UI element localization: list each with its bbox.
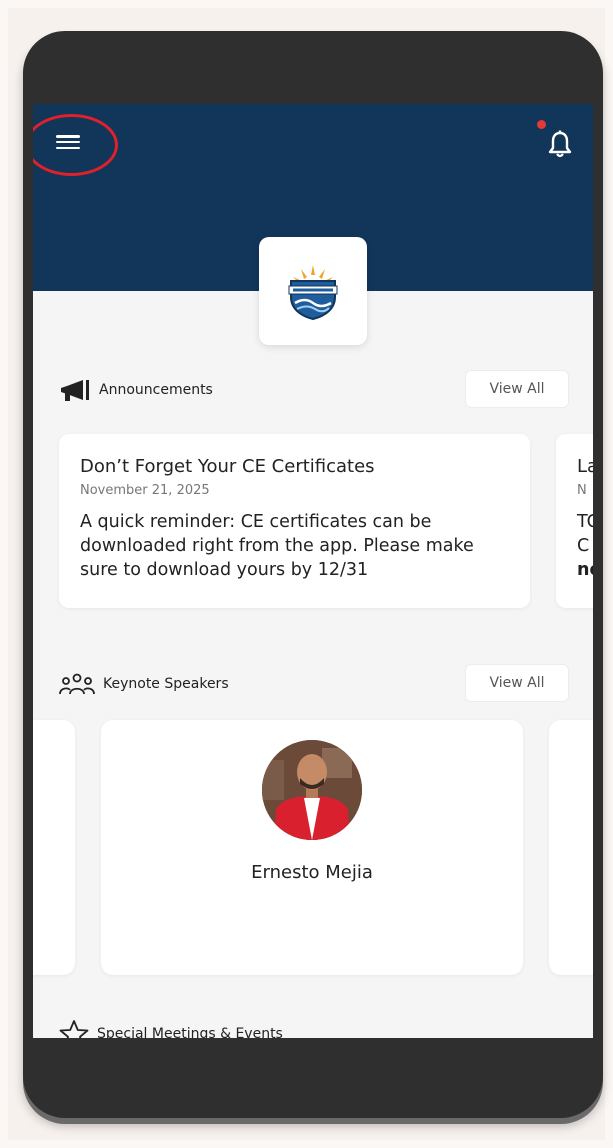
special-header: Special Meetings & Events <box>59 1014 569 1038</box>
speaker-name: Ernesto Mejia <box>251 862 373 883</box>
announcement-title: La <box>577 456 593 477</box>
announcement-date: November 21, 2025 <box>80 483 210 498</box>
speaker-card[interactable] <box>33 720 75 975</box>
bell-icon[interactable] <box>546 129 574 159</box>
keynote-header: Keynote Speakers View All <box>59 664 569 704</box>
announcement-date: N <box>577 483 587 498</box>
announcement-body-line: C <box>577 536 590 556</box>
conference-logo <box>288 265 338 321</box>
keynote-view-all-button[interactable]: View All <box>465 664 569 702</box>
keynote-title: Keynote Speakers <box>103 676 229 692</box>
speaker-avatar <box>262 740 362 840</box>
speaker-card[interactable]: Ernesto Mejia <box>101 720 523 975</box>
speaker-card[interactable] <box>549 720 593 975</box>
announcement-card[interactable]: Don’t Forget Your CE Certificates Novemb… <box>59 434 530 608</box>
announcement-body-line: no <box>577 560 593 580</box>
special-title: Special Meetings & Events <box>97 1026 283 1038</box>
people-group-icon <box>59 673 95 695</box>
star-outline-icon <box>59 1020 89 1038</box>
announcements-header: Announcements View All <box>59 370 569 410</box>
announcement-body: A quick reminder: CE certificates can be… <box>80 512 474 580</box>
menu-highlight-annotation <box>33 114 118 176</box>
megaphone-icon <box>61 380 89 401</box>
conference-logo-card <box>259 237 367 345</box>
announcement-title: Don’t Forget Your CE Certificates <box>80 456 375 477</box>
announcement-body-line: TC <box>577 512 593 532</box>
announcements-view-all-button[interactable]: View All <box>465 370 569 408</box>
announcement-card[interactable]: La N TC C no <box>556 434 593 608</box>
notification-badge <box>537 120 546 129</box>
announcements-title: Announcements <box>99 382 213 398</box>
app-screen: Announcements View All Don’t Forget Your… <box>33 104 593 1038</box>
